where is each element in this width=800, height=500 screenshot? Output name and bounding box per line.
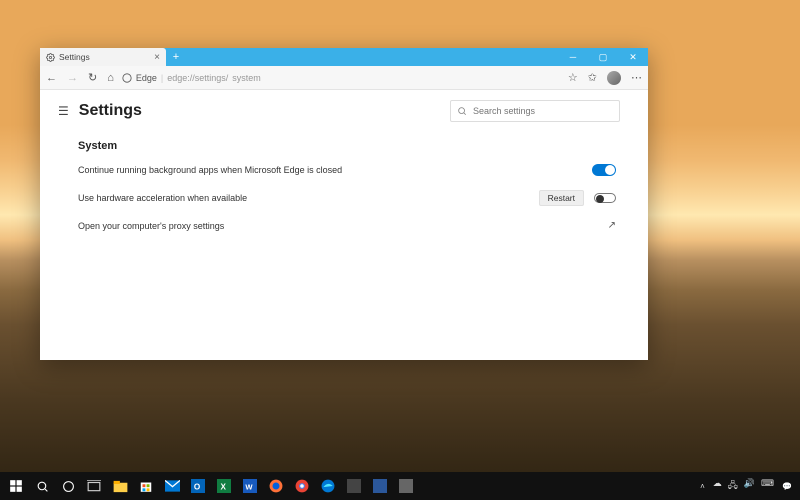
tray-language-icon[interactable]: ⌨ [761,478,774,494]
system-tray[interactable]: ˄ ☁ 🖧 🔊 ⌨ 💬 [700,478,796,494]
action-center-icon[interactable]: 💬 [782,482,792,491]
settings-content: ☰ Settings System Continue running backg… [40,90,648,360]
profile-avatar[interactable] [607,71,621,85]
taskbar-app-explorer[interactable] [108,474,132,498]
svg-text:O: O [194,483,200,492]
taskbar-app-generic2[interactable] [368,474,392,498]
restart-button[interactable]: Restart [539,190,584,206]
titlebar: Settings × + ─ ▢ ✕ [40,48,648,66]
taskbar-app-chrome[interactable] [290,474,314,498]
home-button[interactable]: ⌂ [107,72,114,84]
forward-button[interactable]: → [67,72,78,84]
taskbar-app-generic1[interactable] [342,474,366,498]
url-prefix: edge://settings/ [167,73,228,83]
search-settings-input[interactable] [450,100,620,122]
tray-network-icon[interactable]: 🖧 [728,478,738,494]
taskbar-app-firefox[interactable] [264,474,288,498]
taskbar-app-store[interactable] [134,474,158,498]
toggle-background-apps[interactable] [592,164,616,176]
tab-close-icon[interactable]: × [154,52,160,63]
window-maximize-button[interactable]: ▢ [588,48,618,66]
url-brand: Edge [136,73,157,83]
tray-volume-icon[interactable]: 🔊 [744,478,755,494]
new-tab-button[interactable]: + [166,48,186,66]
favorites-bar-icon[interactable]: ✩ [588,71,597,84]
external-link-icon: ↗ [608,220,616,231]
more-menu-icon[interactable]: ⋯ [631,71,642,84]
taskbar-app-word[interactable]: W [238,474,262,498]
setting-row-hardware-accel: Use hardware acceleration when available… [78,190,620,206]
gear-icon [46,53,55,62]
taskbar-app-mail[interactable] [160,474,184,498]
task-view-button[interactable] [82,474,106,498]
page-title: Settings [79,102,142,120]
svg-text:W: W [245,483,253,492]
url-separator: | [161,73,163,83]
setting-row-background-apps: Continue running background apps when Mi… [78,164,620,176]
url-field[interactable]: Edge | edge://settings/system [122,73,560,83]
taskbar: O X W ˄ ☁ 🖧 🔊 ⌨ 💬 [0,472,800,500]
setting-label: Continue running background apps when Mi… [78,165,592,175]
taskbar-app-excel[interactable]: X [212,474,236,498]
section-title-system: System [78,140,620,152]
menu-icon[interactable]: ☰ [58,104,69,118]
search-icon [457,106,467,116]
tray-onedrive-icon[interactable]: ☁ [713,478,722,494]
taskbar-app-generic3[interactable] [394,474,418,498]
window-minimize-button[interactable]: ─ [558,48,588,66]
back-button[interactable]: ← [46,72,57,84]
setting-row-proxy[interactable]: Open your computer's proxy settings ↗ [78,220,620,231]
cortana-button[interactable] [56,474,80,498]
toggle-hardware-accel[interactable] [594,193,616,203]
edge-logo-icon [122,73,132,83]
favorite-icon[interactable]: ☆ [568,71,578,84]
address-bar: ← → ↻ ⌂ Edge | edge://settings/system ☆ … [40,66,648,90]
browser-window: Settings × + ─ ▢ ✕ ← → ↻ ⌂ Edge | edge:/… [40,48,648,360]
search-input-field[interactable] [473,106,613,116]
tray-chevron-icon[interactable]: ˄ [700,482,705,491]
setting-label: Use hardware acceleration when available [78,193,539,203]
search-button[interactable] [30,474,54,498]
tab-title: Settings [59,52,150,62]
url-page: system [232,73,261,83]
start-button[interactable] [4,474,28,498]
window-close-button[interactable]: ✕ [618,48,648,66]
taskbar-app-outlook[interactable]: O [186,474,210,498]
refresh-button[interactable]: ↻ [88,71,97,84]
browser-tab[interactable]: Settings × [40,48,166,66]
setting-label: Open your computer's proxy settings [78,221,608,231]
svg-text:X: X [221,483,227,492]
taskbar-app-edge[interactable] [316,474,340,498]
